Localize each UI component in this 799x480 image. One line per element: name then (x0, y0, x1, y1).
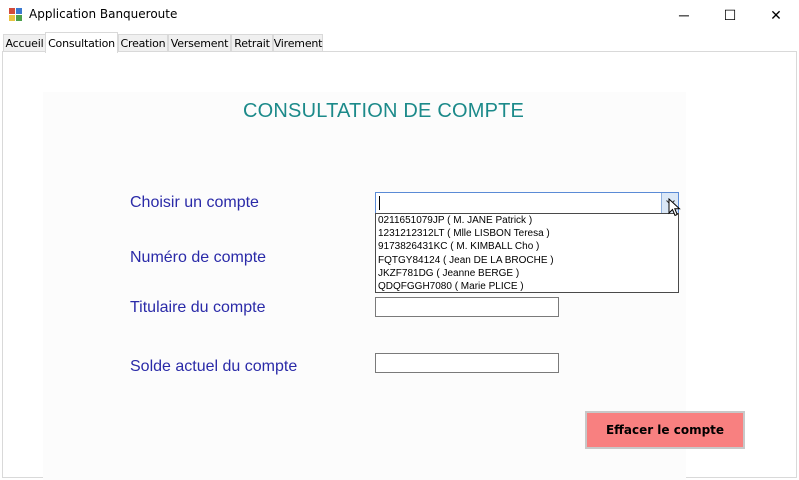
account-dropdown-list: 0211651079JP ( M. JANE Patrick ) 1231212… (375, 213, 679, 293)
window-titlebar: Application Banqueroute ─ ☐ ✕ (0, 0, 799, 30)
text-caret (379, 196, 380, 210)
choose-account-label: Choisir un compte (130, 194, 259, 211)
minimize-button[interactable]: ─ (661, 0, 707, 30)
maximize-button[interactable]: ☐ (707, 0, 753, 30)
mouse-pointer-icon (668, 198, 681, 217)
tab-strip: Accueil Consultation Creation Versement … (0, 32, 799, 53)
minimize-icon: ─ (679, 7, 689, 23)
tab-virement[interactable]: Virement (273, 34, 323, 52)
account-select[interactable] (375, 192, 679, 214)
account-option[interactable]: QDQFGGH7080 ( Marie PLICE ) (376, 280, 678, 293)
account-option[interactable]: FQTGY84124 ( Jean DE LA BROCHE ) (376, 254, 678, 267)
balance-label: Solde actuel du compte (130, 358, 298, 375)
tab-retrait[interactable]: Retrait (231, 34, 273, 52)
tab-accueil[interactable]: Accueil (3, 34, 46, 52)
account-number-label: Numéro de compte (130, 249, 267, 266)
tab-creation[interactable]: Creation (118, 34, 168, 52)
close-button[interactable]: ✕ (753, 0, 799, 30)
account-option[interactable]: 1231212312LT ( Mlle LISBON Teresa ) (376, 227, 678, 240)
holder-field[interactable] (375, 297, 559, 317)
tab-versement[interactable]: Versement (168, 34, 231, 52)
app-icon (9, 8, 23, 22)
page-title: CONSULTATION DE COMPTE (243, 100, 525, 122)
tab-consultation[interactable]: Consultation (45, 32, 118, 53)
holder-label: Titulaire du compte (130, 299, 266, 316)
account-option[interactable]: 0211651079JP ( M. JANE Patrick ) (376, 214, 678, 227)
balance-field[interactable] (375, 353, 559, 373)
window-title: Application Banqueroute (29, 7, 178, 21)
maximize-icon: ☐ (723, 6, 737, 23)
clear-account-button[interactable]: Effacer le compte (585, 411, 745, 449)
account-option[interactable]: 9173826431KC ( M. KIMBALL Cho ) (376, 240, 678, 253)
close-icon: ✕ (770, 6, 782, 23)
account-option[interactable]: JKZF781DG ( Jeanne BERGE ) (376, 267, 678, 280)
